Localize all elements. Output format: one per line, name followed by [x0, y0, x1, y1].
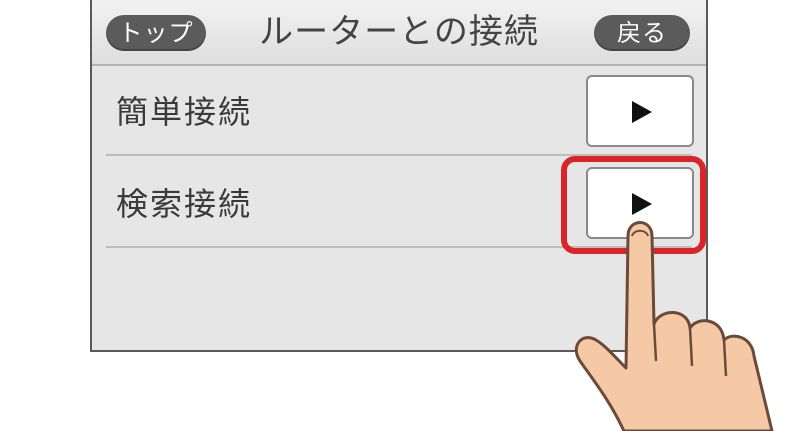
list-item-label: 検索接続 [116, 185, 253, 223]
list-item-easy-connect: 簡単接続 [106, 64, 694, 156]
title-bar: トップ ルーターとの接続 戻る [92, 0, 706, 66]
pointing-hand-icon [574, 221, 774, 431]
play-arrow-icon [632, 101, 652, 123]
page-title: ルーターとの接続 [259, 12, 539, 52]
easy-connect-button[interactable] [586, 75, 694, 147]
back-button[interactable]: 戻る [594, 15, 690, 51]
top-button[interactable]: トップ [106, 15, 206, 51]
list-item-label: 簡単接続 [116, 93, 253, 131]
